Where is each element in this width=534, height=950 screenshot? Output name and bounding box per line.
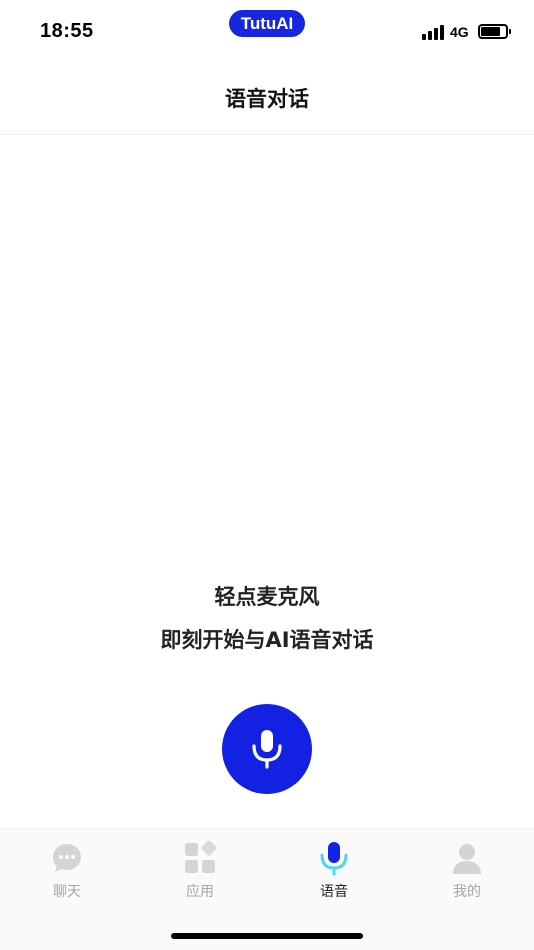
- tab-chat[interactable]: 聊天: [17, 841, 117, 905]
- prompt-line-2: 即刻开始与AI语音对话: [160, 628, 374, 652]
- microphone-icon: [252, 730, 282, 769]
- tab-apps[interactable]: 应用: [150, 841, 250, 905]
- user-profile-icon: [450, 841, 484, 875]
- network-type: 4G: [450, 24, 469, 40]
- apps-grid-icon: [183, 841, 217, 875]
- tab-me-label: 我的: [453, 884, 481, 900]
- chat-bubble-icon: [50, 841, 84, 875]
- voice-chat-content: 轻点麦克风 即刻开始与AI语音对话: [0, 136, 534, 828]
- mic-button[interactable]: [222, 704, 312, 794]
- page-title: 语音对话: [225, 87, 309, 111]
- prompt-line-1: 轻点麦克风: [214, 585, 320, 609]
- tab-voice[interactable]: 语音: [284, 841, 384, 905]
- microphone-icon: [317, 841, 351, 875]
- status-bar: 18:55 TutuAI 4G: [0, 0, 534, 62]
- voice-prompt: 轻点麦克风 即刻开始与AI语音对话: [0, 576, 534, 662]
- status-time: 18:55: [40, 20, 94, 42]
- battery-icon: [478, 24, 511, 39]
- home-indicator[interactable]: [171, 933, 363, 939]
- tab-me[interactable]: 我的: [417, 841, 517, 905]
- nav-header: 语音对话: [0, 62, 534, 135]
- tab-apps-label: 应用: [186, 884, 214, 900]
- signal-strength-icon: [422, 24, 446, 40]
- app-badge[interactable]: TutuAI: [229, 10, 305, 37]
- tab-bar: 聊天 应用 语音 我的: [0, 828, 534, 950]
- tab-chat-label: 聊天: [53, 884, 81, 900]
- tab-voice-label: 语音: [320, 884, 348, 900]
